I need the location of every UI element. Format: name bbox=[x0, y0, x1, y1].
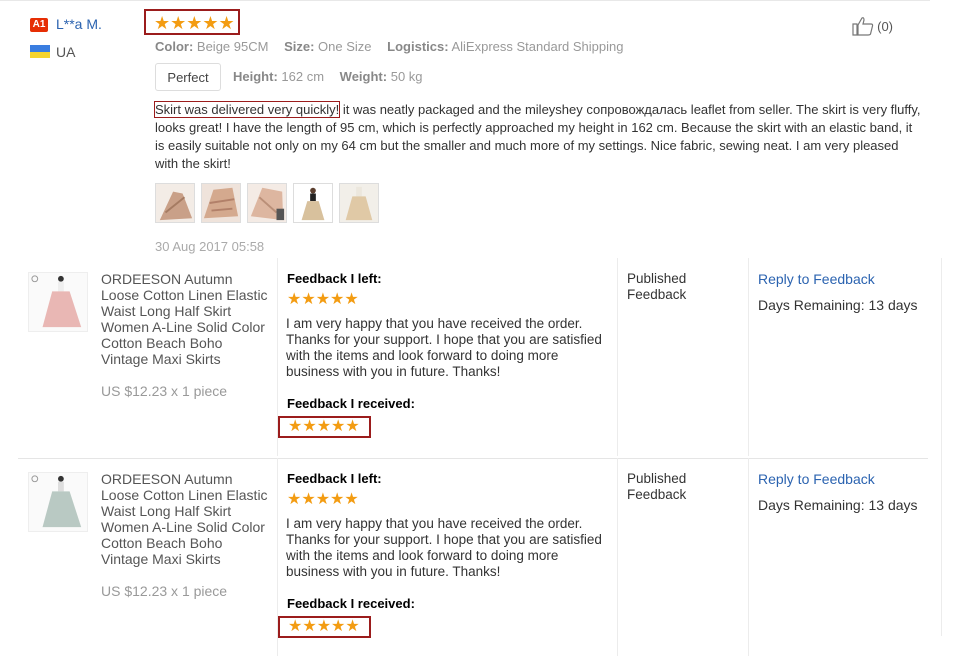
feedback-left-stars: ★★★★★ bbox=[287, 291, 359, 308]
height-value: 162 cm bbox=[281, 69, 325, 84]
user-level-badge: A1 bbox=[30, 18, 48, 32]
helpful-button[interactable]: (0) bbox=[851, 16, 893, 36]
review-date: 30 Aug 2017 05:58 bbox=[155, 239, 265, 254]
review-photo-1[interactable] bbox=[155, 183, 195, 223]
feedback-received-stars: ★★★★★ bbox=[288, 418, 360, 435]
feedback-received-stars: ★★★★★ bbox=[288, 618, 360, 635]
feedback-status: Published Feedback bbox=[627, 271, 687, 302]
product-name[interactable]: ORDEESON Autumn Loose Cotton Linen Elast… bbox=[101, 471, 273, 567]
order-row-2: ORDEESON Autumn Loose Cotton Linen Elast… bbox=[18, 458, 928, 656]
reply-to-feedback-link[interactable]: Reply to Feedback bbox=[758, 471, 875, 487]
days-remaining: Days Remaining: 13 days bbox=[758, 297, 918, 313]
feedback-received-highlight: ★★★★★ bbox=[278, 416, 371, 438]
order-row-1: ORDEESON Autumn Loose Cotton Linen Elast… bbox=[18, 258, 928, 456]
row-divider bbox=[18, 458, 928, 459]
product-image[interactable] bbox=[28, 272, 88, 332]
ukraine-flag-icon bbox=[30, 45, 50, 58]
column-divider bbox=[617, 458, 618, 656]
days-remaining: Days Remaining: 13 days bbox=[758, 497, 918, 513]
review-card: A1 L**a M. UA ★★★★★ (0) Color: Beige 95C… bbox=[0, 0, 930, 261]
weight-value: 50 kg bbox=[390, 69, 423, 84]
review-rating-stars: ★★★★★ bbox=[154, 13, 235, 33]
product-name[interactable]: ORDEESON Autumn Loose Cotton Linen Elast… bbox=[101, 271, 273, 367]
feedback-left-rating: ★★★★★ bbox=[287, 491, 359, 509]
feedback-status: Published Feedback bbox=[627, 471, 687, 502]
weight-label: Weight: bbox=[339, 69, 388, 84]
size-value: One Size bbox=[318, 39, 372, 54]
logistics-value: AliExpress Standard Shipping bbox=[451, 39, 624, 54]
column-divider bbox=[748, 258, 749, 456]
feedback-received-highlight: ★★★★★ bbox=[278, 616, 371, 638]
table-right-border bbox=[941, 258, 942, 636]
color-label: Color: bbox=[155, 39, 194, 54]
size-label: Size: bbox=[284, 39, 315, 54]
product-image[interactable] bbox=[28, 472, 88, 532]
helpful-count: (0) bbox=[877, 18, 893, 34]
review-photo-5[interactable] bbox=[339, 183, 379, 223]
logistics-label: Logistics: bbox=[387, 39, 449, 54]
review-text-highlight: Skirt was delivered very quickly! bbox=[153, 101, 341, 118]
color-value: Beige 95CM bbox=[196, 39, 269, 54]
body-measurements: Height: 162 cm Weight: 50 kg bbox=[233, 69, 435, 84]
review-photo-2[interactable] bbox=[201, 183, 241, 223]
review-photos bbox=[155, 183, 379, 223]
product-price: US $12.23 x 1 piece bbox=[101, 583, 228, 599]
column-divider bbox=[617, 258, 618, 456]
review-photo-4[interactable] bbox=[293, 183, 333, 223]
feedback-left-stars: ★★★★★ bbox=[287, 491, 359, 508]
fit-badge: Perfect bbox=[155, 63, 221, 91]
reviewer-country: UA bbox=[56, 44, 76, 60]
reply-to-feedback-link[interactable]: Reply to Feedback bbox=[758, 271, 875, 287]
reviewer-name[interactable]: L**a M. bbox=[56, 16, 102, 32]
thumbs-up-icon bbox=[852, 17, 874, 36]
review-rating-highlight: ★★★★★ bbox=[144, 9, 240, 35]
review-text: Skirt was delivered very quickly! it was… bbox=[153, 101, 925, 173]
feedback-received-label: Feedback I received: bbox=[287, 396, 415, 411]
review-attributes: Color: Beige 95CM Size: One Size Logisti… bbox=[155, 39, 635, 54]
review-photo-3[interactable] bbox=[247, 183, 287, 223]
feedback-received-label: Feedback I received: bbox=[287, 596, 415, 611]
feedback-left-label: Feedback I left: bbox=[287, 471, 382, 486]
feedback-left-label: Feedback I left: bbox=[287, 271, 382, 286]
feedback-left-rating: ★★★★★ bbox=[287, 291, 359, 309]
feedback-left-text: I am very happy that you have received t… bbox=[286, 316, 602, 379]
height-label: Height: bbox=[233, 69, 278, 84]
column-divider bbox=[748, 458, 749, 656]
product-price: US $12.23 x 1 piece bbox=[101, 383, 228, 399]
feedback-left-text: I am very happy that you have received t… bbox=[286, 516, 602, 579]
